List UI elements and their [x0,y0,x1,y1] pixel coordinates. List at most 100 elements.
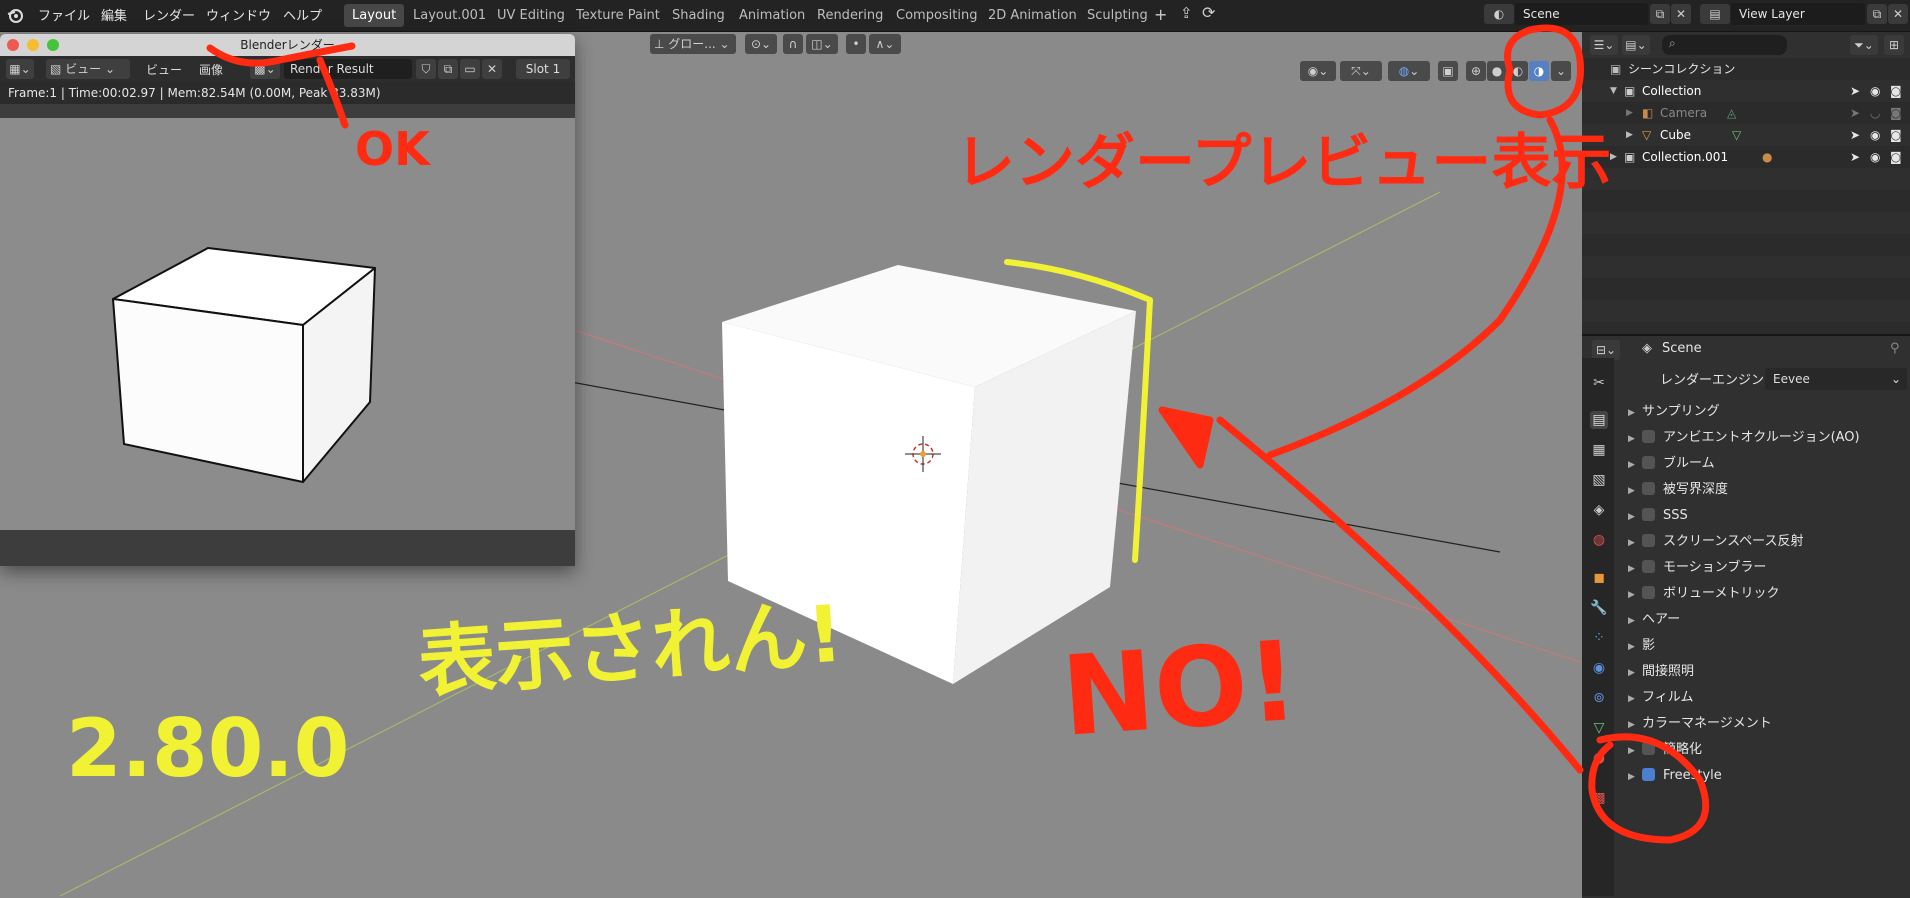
material-tab-icon[interactable]: ◕ [1590,749,1608,767]
select-arrow-icon[interactable]: ➤ [1850,124,1860,146]
tab-2d-animation[interactable]: 2D Animation [980,4,1085,27]
render-camera-icon[interactable]: ◙ [1890,80,1902,102]
window-minimize-icon[interactable] [27,39,39,51]
visibility-eye-closed-icon[interactable]: ◡ [1870,102,1880,124]
shading-rendered-icon[interactable]: ◑ [1529,61,1549,81]
xray-icon[interactable]: ▣ [1438,61,1458,81]
render-tab-icon[interactable]: ▤ [1590,411,1608,429]
panel-ambient-occlusion[interactable]: ▶ アンビエントオクルージョン(AO) [1628,426,1860,450]
unlink-image-icon[interactable]: ✕ [482,59,502,79]
visibility-eye-icon[interactable]: ◉ [1870,124,1880,146]
render-engine-dropdown[interactable]: Eevee ⌄ [1765,368,1907,390]
image-name-field[interactable]: Render Result [284,59,412,79]
menu-help[interactable]: ヘルプ [283,5,322,24]
overlays-icon[interactable]: ◍⌄ [1388,61,1430,81]
panel-sss[interactable]: ▶ SSS [1628,504,1688,528]
tab-compositing[interactable]: Compositing [888,4,986,27]
pin-icon[interactable]: ⚲ [1890,341,1900,356]
select-arrow-icon[interactable]: ➤ [1850,102,1860,124]
menu-window[interactable]: ウィンドウ [206,5,271,24]
panel-film[interactable]: ▶ フィルム [1628,686,1693,710]
shading-options-icon[interactable]: ⌄ [1551,61,1571,81]
panel-checkbox-checked[interactable] [1642,768,1655,781]
new-collection-icon[interactable]: ⊞ [1884,35,1904,55]
panel-simplify[interactable]: ▶ 簡略化 [1628,738,1702,762]
image-browse-icon[interactable]: ▩⌄ [250,59,280,79]
scene-tab-icon[interactable]: ◈ [1590,501,1608,519]
view-object-types-icon[interactable]: ◉⌄ [1300,61,1336,81]
falloff-icon[interactable]: ∧⌄ [869,34,901,54]
expand-triangle-icon[interactable]: ▶ [1610,146,1617,168]
render-result-canvas[interactable] [0,118,575,530]
tab-sculpting[interactable]: Sculpting [1079,4,1156,27]
panel-checkbox[interactable] [1642,586,1655,599]
outliner-row-camera[interactable]: ▶ ◧ Camera ◬ ➤ ◡ ◙ [1582,102,1910,124]
window-maximize-icon[interactable] [47,39,59,51]
new-image-icon[interactable]: ⧉ [438,59,458,79]
tool-tab-icon[interactable]: ✂ [1590,374,1608,392]
editor-type-icon[interactable]: ▦⌄ [6,59,34,79]
panel-checkbox[interactable] [1642,560,1655,573]
view-layer-copy-icon[interactable]: ⧉ [1867,4,1887,24]
scene-name-field[interactable]: Scene [1515,3,1648,25]
fake-user-shield-icon[interactable]: ⛉ [416,59,436,79]
render-camera-icon[interactable]: ◙ [1890,102,1902,124]
display-mode-icon[interactable]: ▤⌄ [1622,35,1650,55]
view-mode-dropdown[interactable]: ▧ ビュー ⌄ [46,59,130,79]
tab-layout[interactable]: Layout [344,4,405,27]
tab-uv-editing[interactable]: UV Editing [489,4,573,27]
visibility-eye-icon[interactable]: ◉ [1870,146,1880,168]
panel-indirect-lighting[interactable]: ▶ 間接照明 [1628,660,1694,684]
outliner-row-collection[interactable]: ▼ ▣ Collection ➤ ◉ ◙ [1582,80,1910,102]
panel-checkbox[interactable] [1642,534,1655,547]
particles-tab-icon[interactable]: ⁘ [1590,629,1608,647]
render-window-titlebar[interactable]: Blenderレンダー [0,34,575,56]
render-window[interactable]: Blenderレンダー ▦⌄ ▧ ビュー ⌄ ビュー 画像 ▩⌄ Render … [0,34,575,566]
view-layer-tab-icon[interactable]: ▧ [1590,471,1608,489]
outliner-search-input[interactable]: ⌕ [1662,35,1787,55]
world-tab-icon[interactable]: ◍ [1590,531,1608,549]
panel-screen-space-reflections[interactable]: ▶ スクリーンスペース反射 [1628,530,1804,554]
panel-checkbox[interactable] [1642,482,1655,495]
select-arrow-icon[interactable]: ➤ [1850,80,1860,102]
select-arrow-icon[interactable]: ➤ [1850,146,1860,168]
cube-object[interactable] [722,265,1136,684]
panel-checkbox[interactable] [1642,508,1655,521]
tab-rendering[interactable]: Rendering [809,4,891,27]
expand-triangle-icon[interactable]: ▼ [1610,80,1617,102]
expand-triangle-icon[interactable]: ▶ [1626,102,1633,124]
gizmo-icon[interactable]: ⤧⌄ [1340,61,1382,81]
upload-icon[interactable]: ⇪ [1180,4,1193,22]
panel-checkbox[interactable] [1642,430,1655,443]
visibility-eye-icon[interactable]: ◉ [1870,80,1880,102]
texture-tab-icon[interactable]: ▩ [1590,789,1608,807]
modifier-tab-icon[interactable]: 🔧 [1590,599,1608,617]
slot-dropdown[interactable]: Slot 1 [516,59,570,79]
snap-element-icon[interactable]: ◫⌄ [806,34,838,54]
shading-material-icon[interactable]: ◐ [1508,61,1528,81]
panel-motion-blur[interactable]: ▶ モーションブラー [1628,556,1766,580]
menu-file[interactable]: ファイル [38,5,90,24]
panel-volumetrics[interactable]: ▶ ボリューメトリック [1628,582,1779,606]
outliner-scene-collection[interactable]: ▣ シーンコレクション [1582,58,1910,80]
outliner-row-cube[interactable]: ▶ ▽ Cube ▽ ➤ ◉ ◙ [1582,124,1910,146]
tab-shading[interactable]: Shading [664,4,733,27]
view-layer-field[interactable]: View Layer [1731,3,1865,25]
scene-close-icon[interactable]: ✕ [1671,4,1691,24]
scene-browse-icon[interactable]: ◐ [1484,4,1514,24]
menu-image[interactable]: 画像 [199,61,223,78]
panel-freestyle[interactable]: ▶ Freestyle [1628,764,1722,788]
filter-icon[interactable]: ⏷⌄ [1850,35,1878,55]
menu-render[interactable]: レンダー [143,5,195,24]
panel-sampling[interactable]: ▶ サンプリング [1628,400,1720,424]
render-camera-icon[interactable]: ◙ [1890,124,1902,146]
panel-hair[interactable]: ▶ ヘアー [1628,608,1680,632]
panel-depth-of-field[interactable]: ▶ 被写界深度 [1628,478,1728,502]
scene-copy-icon[interactable]: ⧉ [1650,4,1670,24]
proportional-edit-icon[interactable]: • [846,34,866,54]
open-folder-icon[interactable]: ▭ [460,59,480,79]
add-workspace-icon[interactable]: + [1154,5,1167,24]
render-camera-icon[interactable]: ◙ [1890,146,1902,168]
view-layer-browse-icon[interactable]: ▤ [1700,4,1730,24]
window-close-icon[interactable] [7,39,19,51]
